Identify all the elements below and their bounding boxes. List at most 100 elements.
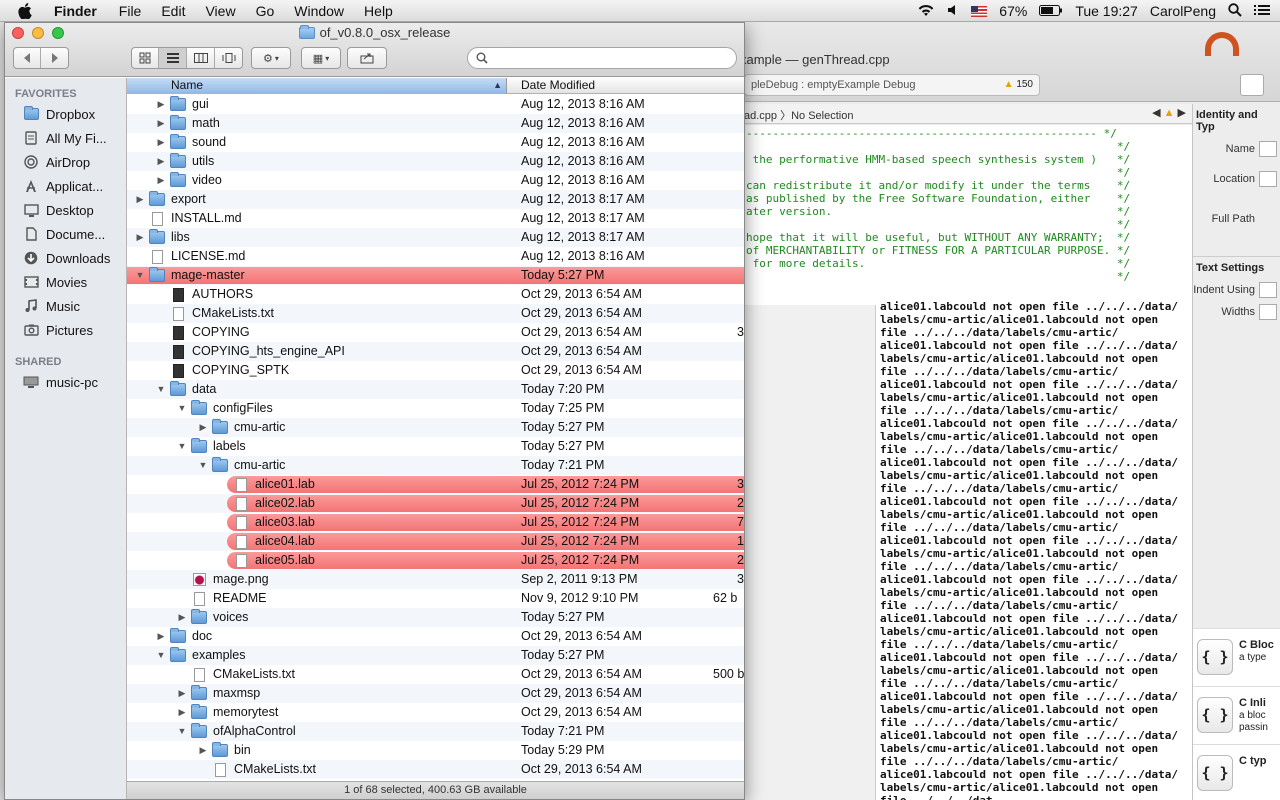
location-select[interactable] [1259, 171, 1277, 187]
menubar-user[interactable]: CarolPeng [1150, 3, 1216, 19]
disclosure-closed-icon[interactable]: ▶ [156, 152, 166, 171]
widths-field[interactable] [1259, 304, 1277, 320]
column-view-button[interactable] [187, 48, 215, 68]
file-row[interactable]: alice04.lab Jul 25, 2012 7:24 PM 1 [127, 532, 744, 551]
share-button[interactable] [347, 47, 387, 69]
file-row[interactable]: ▶ libs Aug 12, 2013 8:17 AM [127, 228, 744, 247]
sidebar-item-music[interactable]: Music [5, 294, 126, 318]
file-row[interactable]: CMakeLists.txt Oct 29, 2013 6:54 AM [127, 304, 744, 323]
menu-go[interactable]: Go [256, 3, 275, 19]
arrange-menu-button[interactable]: ▦ ▾ [301, 47, 341, 69]
disclosure-closed-icon[interactable]: ▶ [177, 703, 187, 722]
list-view-button[interactable] [159, 48, 187, 68]
sidebar-item-movies[interactable]: Movies [5, 270, 126, 294]
wifi-icon[interactable] [917, 3, 935, 20]
disclosure-closed-icon[interactable]: ▶ [177, 608, 187, 627]
file-row[interactable]: alice02.lab Jul 25, 2012 7:24 PM 2 [127, 494, 744, 513]
file-row[interactable]: CMakeLists.txt Oct 29, 2013 6:54 AM 500 b [127, 665, 744, 684]
disclosure-open-icon[interactable]: ▼ [198, 456, 208, 475]
file-row[interactable]: ▼ ofAlphaControl Today 7:21 PM [127, 722, 744, 741]
cover-flow-button[interactable] [215, 48, 243, 68]
snippet-c-block[interactable]: { } C Bloc a type [1193, 628, 1280, 686]
sidebar-item-docume[interactable]: Docume... [5, 222, 126, 246]
name-field[interactable] [1259, 141, 1277, 157]
file-row[interactable]: ▼ mage-master Today 5:27 PM [127, 266, 744, 285]
forward-button[interactable] [41, 48, 68, 68]
icon-view-button[interactable] [131, 48, 159, 68]
disclosure-closed-icon[interactable]: ▶ [156, 133, 166, 152]
menu-view[interactable]: View [205, 3, 235, 19]
disclosure-closed-icon[interactable]: ▶ [156, 114, 166, 133]
file-row[interactable]: ▶ maxmsp Oct 29, 2013 6:54 AM [127, 684, 744, 703]
file-row[interactable]: ▶ gui Aug 12, 2013 8:16 AM [127, 95, 744, 114]
notification-center-icon[interactable] [1254, 3, 1270, 19]
file-row[interactable]: ▼ data Today 7:20 PM [127, 380, 744, 399]
file-row[interactable]: ▼ labels Today 5:27 PM [127, 437, 744, 456]
file-row[interactable]: ▶ voices Today 5:27 PM [127, 608, 744, 627]
sidebar-item-music-pc[interactable]: music-pc [5, 370, 126, 394]
file-row[interactable]: AUTHORS Oct 29, 2013 6:54 AM [127, 285, 744, 304]
sidebar-item-downloads[interactable]: Downloads [5, 246, 126, 270]
xcode-scheme-selector[interactable]: pleDebug : emptyExample Debug ▲ 150 [744, 74, 1040, 96]
disclosure-open-icon[interactable]: ▼ [156, 380, 166, 399]
battery-percent[interactable]: 67% [999, 3, 1027, 19]
disclosure-open-icon[interactable]: ▼ [177, 437, 187, 456]
column-header-date-modified[interactable]: Date Modified [508, 78, 595, 94]
snippet-c-typedef[interactable]: { } C typ [1193, 744, 1280, 800]
back-button[interactable] [14, 48, 41, 68]
console-output[interactable]: alice01.labcould not open file ../../../… [876, 300, 1192, 800]
file-row[interactable]: ▼ configFiles Today 7:25 PM [127, 399, 744, 418]
file-row[interactable]: alice01.lab Jul 25, 2012 7:24 PM 3 [127, 475, 744, 494]
code-editor[interactable]: ----------------------------------------… [740, 125, 1192, 305]
menu-edit[interactable]: Edit [161, 3, 185, 19]
menu-file[interactable]: File [119, 3, 142, 19]
file-row[interactable]: INSTALL.md Aug 12, 2013 8:17 AM [127, 209, 744, 228]
indent-select[interactable] [1259, 282, 1277, 298]
file-row[interactable]: ▶ math Aug 12, 2013 8:16 AM [127, 114, 744, 133]
file-row[interactable]: ▶ utils Aug 12, 2013 8:16 AM [127, 152, 744, 171]
file-row[interactable]: ▶ doc Oct 29, 2013 6:54 AM [127, 627, 744, 646]
issue-warning-icon[interactable]: ▲ [1164, 107, 1175, 119]
file-row[interactable]: alice05.lab Jul 25, 2012 7:24 PM 2 [127, 551, 744, 570]
disclosure-closed-icon[interactable]: ▶ [198, 418, 208, 437]
disclosure-closed-icon[interactable]: ▶ [156, 627, 166, 646]
sidebar-item-pictures[interactable]: Pictures [5, 318, 126, 342]
file-row[interactable]: LICENSE.md Aug 12, 2013 8:16 AM [127, 247, 744, 266]
editor-standard-button[interactable] [1240, 74, 1264, 96]
menubar-clock[interactable]: Tue 19:27 [1075, 3, 1138, 19]
menu-help[interactable]: Help [364, 3, 393, 19]
disclosure-open-icon[interactable]: ▼ [135, 266, 145, 285]
volume-icon[interactable] [947, 3, 959, 19]
file-row[interactable]: ▶ sound Aug 12, 2013 8:16 AM [127, 133, 744, 152]
file-row[interactable]: ▶ export Aug 12, 2013 8:17 AM [127, 190, 744, 209]
file-row[interactable]: README Nov 9, 2012 9:10 PM 62 b [127, 589, 744, 608]
disclosure-closed-icon[interactable]: ▶ [156, 95, 166, 114]
sidebar-item-applicat[interactable]: Applicat... [5, 174, 126, 198]
disclosure-closed-icon[interactable]: ▶ [177, 684, 187, 703]
file-list[interactable]: Name ▲ Date Modified ▶ gui Aug 12, 2013 8:… [127, 78, 744, 781]
file-row[interactable]: ▶ memorytest Oct 29, 2013 6:54 AM [127, 703, 744, 722]
sidebar-item-dropbox[interactable]: Dropbox [5, 102, 126, 126]
file-row[interactable]: ▶ video Aug 12, 2013 8:16 AM [127, 171, 744, 190]
file-row[interactable]: ▶ cmu-artic Today 5:27 PM [127, 418, 744, 437]
action-menu-button[interactable]: ⚙ ▾ [251, 47, 291, 69]
menu-app-finder[interactable]: Finder [54, 3, 97, 19]
sidebar-item-desktop[interactable]: Desktop [5, 198, 126, 222]
file-row[interactable]: ▼ examples Today 5:27 PM [127, 646, 744, 665]
file-row[interactable]: mage.png Sep 2, 2011 9:13 PM 3 [127, 570, 744, 589]
sidebar-item-airdrop[interactable]: AirDrop [5, 150, 126, 174]
disclosure-closed-icon[interactable]: ▶ [135, 228, 145, 247]
xcode-jump-bar[interactable]: ad.cpp 〉No Selection ◀ ▲ ▶ [740, 104, 1192, 124]
file-row[interactable]: ▶ bin Today 5:29 PM [127, 741, 744, 760]
disclosure-closed-icon[interactable]: ▶ [135, 190, 145, 209]
file-row[interactable]: COPYING Oct 29, 2013 6:54 AM 3 [127, 323, 744, 342]
input-source-flag-icon[interactable] [971, 5, 988, 17]
file-row[interactable]: COPYING_hts_engine_API Oct 29, 2013 6:54 … [127, 342, 744, 361]
file-row[interactable]: ▼ cmu-artic Today 7:21 PM [127, 456, 744, 475]
sidebar-item-all-my-fi[interactable]: All My Fi... [5, 126, 126, 150]
jump-bar-nav-icons[interactable]: ◀ ▲ ▶ [1152, 106, 1186, 119]
battery-icon[interactable] [1039, 3, 1063, 19]
snippet-c-inline[interactable]: { } C Inli a bloc passin [1193, 686, 1280, 744]
file-row[interactable]: CMakeLists.txt Oct 29, 2013 6:54 AM [127, 760, 744, 779]
column-header-name[interactable]: Name ▲ [127, 78, 507, 94]
